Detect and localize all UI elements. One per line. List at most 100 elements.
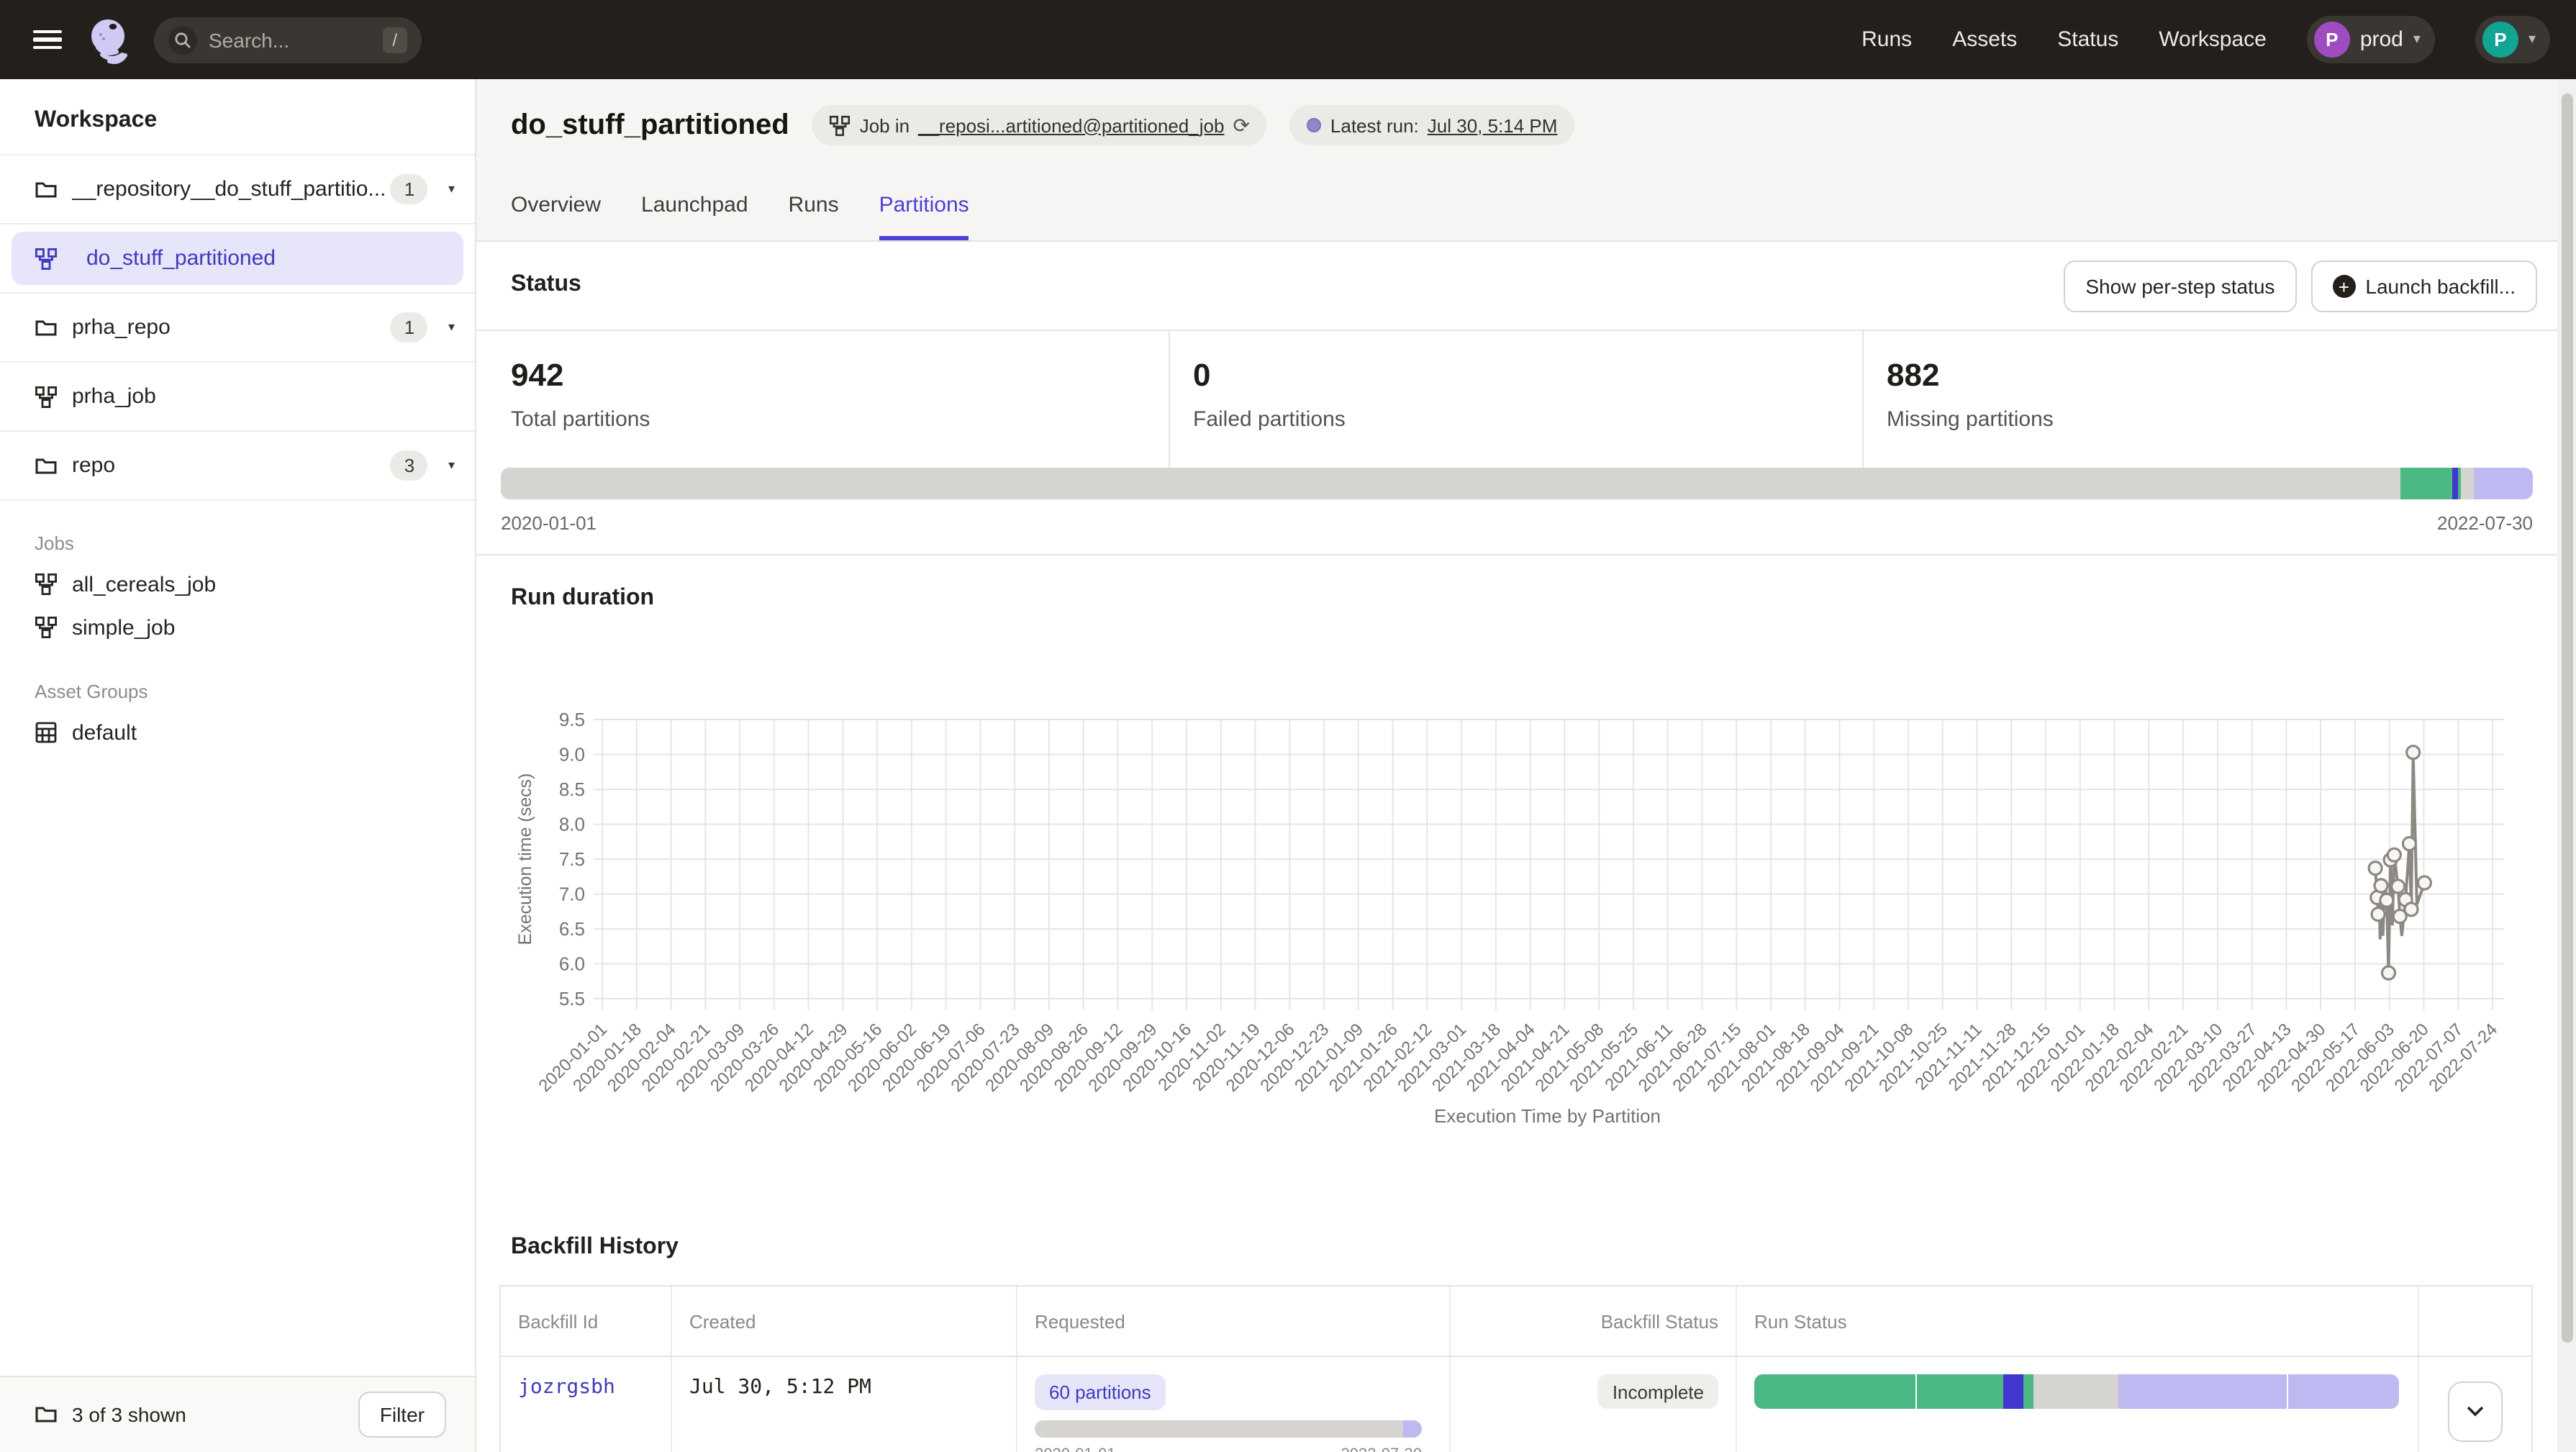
segment-indigo [2452, 468, 2458, 499]
sidebar-item-repo[interactable]: repo3▾ [0, 432, 475, 501]
dagster-app-window: Search... / Runs Assets Status Workspace… [0, 0, 2576, 1452]
chevron-down-icon[interactable]: ▾ [448, 181, 455, 197]
y-tick-label: 9.5 [559, 709, 585, 730]
run-duration-chart: 9.59.08.58.07.57.06.56.05.52020-01-01202… [499, 619, 2520, 1137]
backfill-status-badge: Incomplete [1598, 1374, 1718, 1409]
plus-circle-icon: + [2332, 275, 2355, 298]
tab-runs[interactable]: Runs [789, 193, 839, 240]
job-icon [35, 385, 58, 408]
segment-green [1917, 1374, 2004, 1409]
requested-end-date: 2022-07-30 [1341, 1446, 1422, 1452]
partition-stats: 942Total partitions 0 Failed partitions 882… [476, 331, 2557, 468]
column-header-backfill-status: Backfill Status [1451, 1287, 1737, 1356]
chevron-down-icon[interactable]: ▾ [448, 319, 455, 335]
y-tick-label: 7.5 [559, 848, 585, 870]
sidebar-item-label: simple_job [72, 615, 175, 640]
run-status-bar[interactable] [1754, 1374, 2399, 1409]
user-menu[interactable]: P ▾ [2475, 16, 2550, 63]
backfill-history-heading: Backfill History [511, 1235, 679, 1261]
backfill-id-link[interactable]: jozrgsbh [518, 1376, 615, 1399]
show-per-step-status-button[interactable]: Show per-step status [2064, 260, 2296, 312]
segment-gray [2033, 1374, 2118, 1409]
data-point-marker [2375, 879, 2387, 892]
reload-icon[interactable]: ⟳ [1233, 113, 1249, 137]
y-tick-label: 5.5 [559, 988, 585, 1009]
page-header: do_stuff_partitioned Job in __reposi...a… [476, 79, 2557, 242]
filter-button[interactable]: Filter [358, 1392, 446, 1438]
tab-partitions[interactable]: Partitions [879, 193, 969, 240]
partition-bar-dates: 2020-01-01 2022-07-30 [501, 512, 2533, 534]
sidebar-item-label: prha_repo [72, 315, 391, 340]
chevron-down-icon[interactable]: ▾ [448, 458, 455, 473]
column-header-created: Created [672, 1287, 1017, 1356]
y-tick-label: 6.5 [559, 918, 585, 940]
stat-value: 882 [1887, 357, 2557, 394]
sidebar-item-label: all_cereals_job [72, 572, 216, 596]
hamburger-menu-icon[interactable] [33, 30, 62, 50]
nav-link-runs[interactable]: Runs [1861, 27, 1912, 52]
tab-launchpad[interactable]: Launchpad [641, 193, 748, 240]
folder-icon [35, 316, 58, 339]
nav-link-workspace[interactable]: Workspace [2159, 27, 2267, 52]
vertical-scrollbar[interactable] [2557, 79, 2576, 1452]
tab-overview[interactable]: Overview [511, 193, 601, 240]
folder-icon [35, 454, 58, 477]
sidebar-section-label: Asset Groups [0, 649, 475, 711]
stat-label: Failed partitions [1193, 407, 1862, 432]
backfill-created-at: Jul 30, 5:12 PM [689, 1376, 871, 1399]
data-point-marker [2380, 894, 2393, 907]
stat-total-partitions: 942Total partitions [476, 331, 1169, 468]
segment-lavender [2474, 468, 2533, 499]
latest-run-link[interactable]: Jul 30, 5:14 PM [1428, 114, 1558, 136]
column-header-actions [2419, 1287, 2531, 1356]
y-axis-title: Execution time (secs) [515, 773, 535, 945]
search-icon [168, 25, 197, 54]
deployment-switcher[interactable]: P prod ▾ [2307, 16, 2435, 63]
sidebar-section-label: Jobs [0, 501, 475, 563]
data-point-marker [2372, 908, 2385, 921]
user-avatar: P [2482, 22, 2518, 58]
sidebar-item-all_cereals_job[interactable]: all_cereals_job [0, 563, 475, 606]
segment-green [2023, 1374, 2033, 1409]
job-origin-link[interactable]: __reposi...artitioned@partitioned_job [918, 114, 1224, 136]
folder-icon [35, 178, 58, 201]
chevron-down-icon: ▾ [2413, 32, 2421, 47]
column-header-requested: Requested [1017, 1287, 1451, 1356]
sidebar-item-label: do_stuff_partitioned [86, 246, 463, 271]
page-tabs: Overview Launchpad Runs Partitions [511, 193, 969, 240]
status-heading: Status [511, 272, 581, 298]
nav-link-status[interactable]: Status [2057, 27, 2118, 52]
sidebar-item-__repository__do_stuff_partiti[interactable]: __repository__do_stuff_partitio...1▾ [0, 155, 475, 224]
requested-partitions-chip[interactable]: 60 partitions [1035, 1374, 1166, 1410]
data-point-marker [2387, 848, 2400, 861]
partition-status-bar[interactable] [501, 468, 2533, 499]
status-section-header: Status Show per-step status +Launch back… [476, 242, 2557, 331]
job-icon [35, 247, 58, 270]
backfill-history-table: Backfill IdCreatedRequestedBackfill Stat… [499, 1285, 2533, 1452]
sidebar-item-do_stuff_partitioned[interactable]: do_stuff_partitioned [0, 224, 475, 294]
folder-icon [35, 1403, 58, 1426]
run-status-dot [1307, 118, 1322, 132]
run-duration-line [2375, 753, 2424, 974]
dagster-logo-icon[interactable] [85, 15, 134, 64]
job-icon [830, 114, 851, 136]
requested-bar-dates: 2020-01-01 2022-07-30 [1035, 1446, 1422, 1452]
segment-gray [2462, 468, 2475, 499]
chart-caption: Execution Time by Partition [1434, 1105, 1661, 1127]
segment-green [2400, 468, 2452, 499]
scrollbar-thumb[interactable] [2561, 94, 2572, 1343]
launch-backfill-button[interactable]: +Launch backfill... [2310, 260, 2537, 312]
stat-value: 0 [1193, 357, 1862, 394]
y-tick-label: 8.5 [559, 779, 585, 800]
sidebar-item-prha_job[interactable]: prha_job [0, 363, 475, 432]
expand-row-button[interactable] [2448, 1381, 2503, 1442]
page-title: do_stuff_partitioned [511, 109, 789, 142]
partition-end-date: 2022-07-30 [2437, 512, 2533, 534]
sidebar-item-simple_job[interactable]: simple_job [0, 606, 475, 649]
nav-link-assets[interactable]: Assets [1952, 27, 2017, 52]
search-input[interactable]: Search... / [154, 17, 422, 63]
search-placeholder: Search... [209, 28, 382, 51]
sidebar-item-default[interactable]: default [0, 711, 475, 754]
y-tick-label: 9.0 [559, 744, 585, 766]
sidebar-item-prha_repo[interactable]: prha_repo1▾ [0, 294, 475, 363]
